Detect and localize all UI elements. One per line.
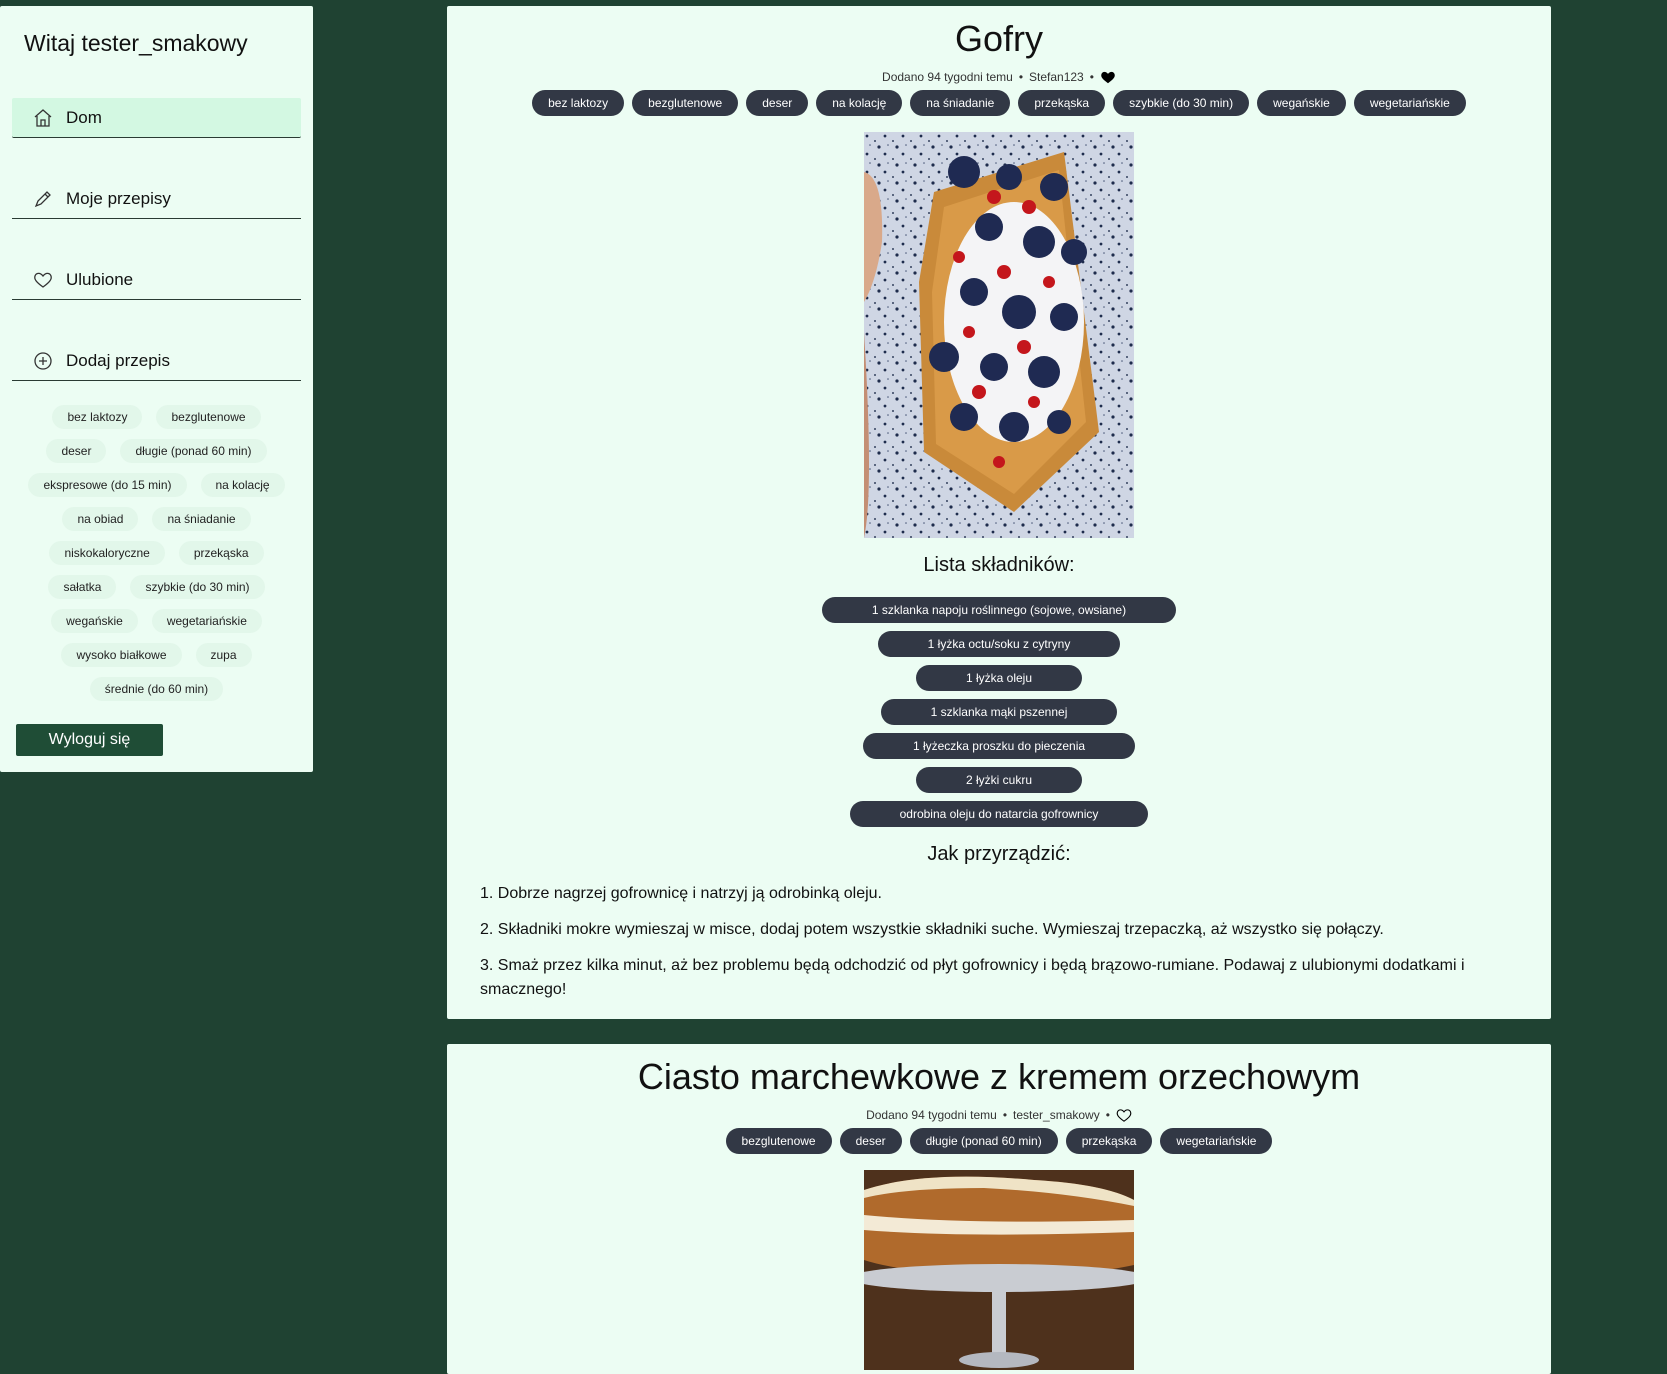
recipe-tag[interactable]: na śniadanie bbox=[910, 90, 1011, 116]
sidebar-tag-list: bez laktozy bezglutenowe deser długie (p… bbox=[12, 405, 301, 701]
step-item: 2. Składniki mokre wymieszaj w misce, do… bbox=[480, 921, 1384, 938]
sidebar-tag[interactable]: na kolację bbox=[200, 473, 285, 497]
recipe-tags: bezglutenowe deser długie (ponad 60 min)… bbox=[480, 1128, 1518, 1154]
recipe-meta: Dodano 94 tygodni temu • Stefan123 • bbox=[480, 70, 1518, 84]
welcome-text: Witaj tester_smakowy bbox=[24, 30, 248, 56]
meta-separator: • bbox=[1105, 1108, 1110, 1122]
favorite-heart-filled-icon[interactable] bbox=[1100, 70, 1116, 84]
nav-item-my-recipes[interactable]: Moje przepisy bbox=[12, 179, 301, 219]
ingredient-item: 1 szklanka napoju roślinnego (sojowe, ow… bbox=[821, 597, 1177, 623]
plus-circle-icon bbox=[32, 350, 54, 372]
ingredients-title: Lista składników: bbox=[923, 554, 1075, 576]
nav-item-add-recipe[interactable]: Dodaj przepis bbox=[12, 341, 301, 381]
recipe-tag[interactable]: przekąska bbox=[1018, 90, 1106, 116]
recipe-tag[interactable]: długie (ponad 60 min) bbox=[909, 1128, 1058, 1154]
recipe-tag[interactable]: deser bbox=[746, 90, 809, 116]
heart-icon bbox=[32, 269, 54, 291]
recipe-tag[interactable]: szybkie (do 30 min) bbox=[1113, 90, 1250, 116]
pencil-icon bbox=[32, 188, 54, 210]
logout-button[interactable]: Wyloguj się bbox=[16, 724, 163, 756]
ingredient-item: 1 szklanka mąki pszennej bbox=[880, 699, 1118, 725]
steps-title: Jak przyrządzić: bbox=[927, 843, 1071, 865]
sidebar-tag[interactable]: średnie (do 60 min) bbox=[89, 677, 224, 701]
recipe-tags: bez laktozy bezglutenowe deser na kolacj… bbox=[480, 90, 1518, 116]
recipe-title[interactable]: Gofry bbox=[480, 18, 1518, 60]
recipe-tag[interactable]: bezglutenowe bbox=[725, 1128, 832, 1154]
sidebar-tag[interactable]: na śniadanie bbox=[152, 507, 251, 531]
sidebar-tag[interactable]: niskokaloryczne bbox=[49, 541, 165, 565]
recipe-tag[interactable]: deser bbox=[839, 1128, 902, 1154]
recipe-title[interactable]: Ciasto marchewkowe z kremem orzechowym bbox=[480, 1056, 1518, 1098]
sidebar-tag[interactable]: bez laktozy bbox=[52, 405, 143, 429]
ingredient-item: 1 łyżeczka proszku do pieczenia bbox=[862, 733, 1136, 759]
recipe-meta: Dodano 94 tygodni temu • tester_smakowy … bbox=[480, 1108, 1518, 1122]
sidebar: Witaj tester_smakowy Dom Moje przepisy U… bbox=[0, 6, 313, 772]
ingredient-item: 2 łyżki cukru bbox=[915, 767, 1083, 793]
nav-label: Moje przepisy bbox=[66, 188, 171, 208]
recipe-tag[interactable]: wegetariańskie bbox=[1160, 1128, 1273, 1154]
sidebar-tag[interactable]: ekspresowe (do 15 min) bbox=[28, 473, 187, 497]
ingredient-list: 1 szklanka napoju roślinnego (sojowe, ow… bbox=[480, 597, 1518, 827]
recipe-tag[interactable]: bezglutenowe bbox=[632, 90, 739, 116]
sidebar-tag[interactable]: wysoko białkowe bbox=[61, 643, 182, 667]
step-item: 3. Smaż przez kilka minut, aż bez proble… bbox=[480, 957, 1465, 998]
ingredient-item: 1 łyżka oleju bbox=[915, 665, 1083, 691]
sidebar-tag[interactable]: sałatka bbox=[48, 575, 117, 599]
recipe-tag[interactable]: bez laktozy bbox=[532, 90, 625, 116]
favorite-heart-outline-icon[interactable] bbox=[1116, 1108, 1132, 1122]
author: tester_smakowy bbox=[1013, 1108, 1100, 1122]
sidebar-tag[interactable]: bezglutenowe bbox=[156, 405, 261, 429]
sidebar-tag[interactable]: szybkie (do 30 min) bbox=[130, 575, 265, 599]
home-icon bbox=[32, 107, 54, 129]
meta-separator: • bbox=[1018, 70, 1024, 84]
added-date: Dodano 94 tygodni temu bbox=[882, 70, 1013, 84]
added-date: Dodano 94 tygodni temu bbox=[866, 1108, 997, 1122]
sidebar-tag[interactable]: deser bbox=[46, 439, 107, 463]
sidebar-tag[interactable]: długie (ponad 60 min) bbox=[120, 439, 267, 463]
nav-item-home[interactable]: Dom bbox=[12, 98, 301, 138]
sidebar-tag[interactable]: na obiad bbox=[62, 507, 139, 531]
author: Stefan123 bbox=[1029, 70, 1084, 84]
meta-separator: • bbox=[1002, 1108, 1008, 1122]
nav-label: Dodaj przepis bbox=[66, 350, 170, 370]
recipe-tag[interactable]: na kolację bbox=[816, 90, 903, 116]
sidebar-tag[interactable]: przekąska bbox=[178, 541, 264, 565]
recipe-tag[interactable]: przekąska bbox=[1065, 1128, 1153, 1154]
recipe-card: Ciasto marchewkowe z kremem orzechowym D… bbox=[447, 1044, 1551, 1374]
ingredient-item: odrobina oleju do natarcia gofrownicy bbox=[849, 801, 1149, 827]
nav-label: Dom bbox=[66, 107, 102, 127]
steps-list: 1. Dobrze nagrzej gofrownicę i natrzyj j… bbox=[480, 882, 1518, 1002]
ingredient-item: 1 łyżka octu/soku z cytryny bbox=[877, 631, 1121, 657]
step-item: 1. Dobrze nagrzej gofrownicę i natrzyj j… bbox=[480, 885, 882, 902]
recipe-card: Gofry Dodano 94 tygodni temu • Stefan123… bbox=[447, 6, 1551, 1019]
meta-separator: • bbox=[1089, 70, 1094, 84]
recipe-tag[interactable]: wegańskie bbox=[1257, 90, 1346, 116]
nav-label: Ulubione bbox=[66, 269, 134, 289]
sidebar-tag[interactable]: wegetariańskie bbox=[151, 609, 262, 633]
nav-item-favorites[interactable]: Ulubione bbox=[12, 260, 301, 300]
sidebar-tag[interactable]: wegańskie bbox=[51, 609, 138, 633]
recipe-photo-carrot-cake bbox=[864, 1170, 1134, 1370]
recipe-tag[interactable]: wegetariańskie bbox=[1353, 90, 1466, 116]
sidebar-tag[interactable]: zupa bbox=[195, 643, 252, 667]
recipe-photo-waffle bbox=[864, 132, 1134, 538]
